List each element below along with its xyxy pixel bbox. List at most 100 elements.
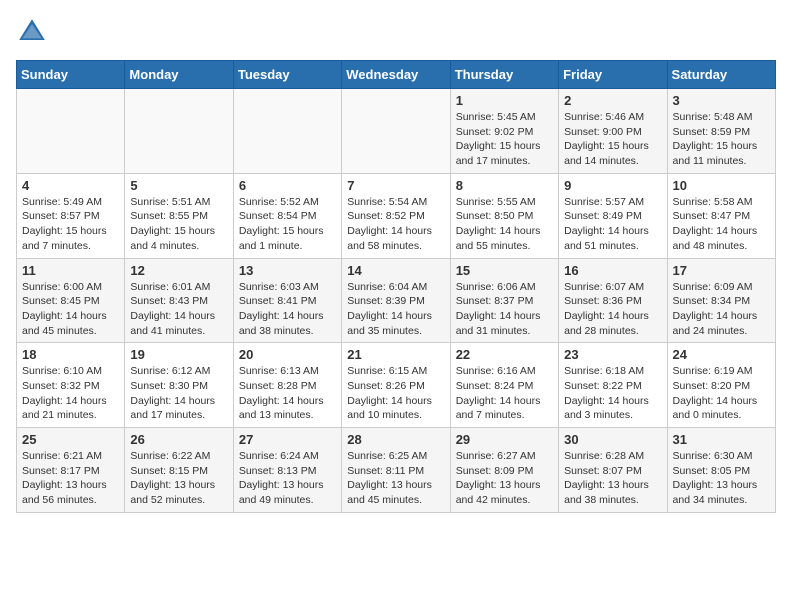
day-number: 2 (564, 93, 661, 108)
logo (16, 16, 52, 48)
day-info: Sunrise: 6:28 AM Sunset: 8:07 PM Dayligh… (564, 449, 661, 508)
day-number: 29 (456, 432, 553, 447)
day-number: 17 (673, 263, 770, 278)
day-info: Sunrise: 6:00 AM Sunset: 8:45 PM Dayligh… (22, 280, 119, 339)
day-number: 1 (456, 93, 553, 108)
calendar-cell: 23 Sunrise: 6:18 AM Sunset: 8:22 PM Dayli… (559, 343, 667, 428)
calendar-week-row: 25 Sunrise: 6:21 AM Sunset: 8:17 PM Dayli… (17, 428, 776, 513)
calendar-cell: 12 Sunrise: 6:01 AM Sunset: 8:43 PM Dayli… (125, 258, 233, 343)
calendar-cell: 3Sunrise: 5:48 AM Sunset: 8:59 PM Daylig… (667, 89, 775, 174)
day-number: 5 (130, 178, 227, 193)
calendar-cell (342, 89, 450, 174)
day-number: 25 (22, 432, 119, 447)
day-info: Sunrise: 6:12 AM Sunset: 8:30 PM Dayligh… (130, 364, 227, 423)
day-info: Sunrise: 6:24 AM Sunset: 8:13 PM Dayligh… (239, 449, 336, 508)
day-info: Sunrise: 6:16 AM Sunset: 8:24 PM Dayligh… (456, 364, 553, 423)
day-number: 18 (22, 347, 119, 362)
day-number: 11 (22, 263, 119, 278)
day-number: 22 (456, 347, 553, 362)
logo-icon (16, 16, 48, 48)
day-number: 19 (130, 347, 227, 362)
calendar-cell: 24 Sunrise: 6:19 AM Sunset: 8:20 PM Dayli… (667, 343, 775, 428)
day-number: 20 (239, 347, 336, 362)
calendar-header-tuesday: Tuesday (233, 61, 341, 89)
calendar-week-row: 4Sunrise: 5:49 AM Sunset: 8:57 PM Daylig… (17, 173, 776, 258)
calendar-week-row: 1 Sunrise: 5:45 AM Sunset: 9:02 PM Daylig… (17, 89, 776, 174)
day-info: Sunrise: 5:52 AM Sunset: 8:54 PM Dayligh… (239, 195, 336, 254)
day-info: Sunrise: 6:09 AM Sunset: 8:34 PM Dayligh… (673, 280, 770, 339)
calendar-cell: 11 Sunrise: 6:00 AM Sunset: 8:45 PM Dayli… (17, 258, 125, 343)
calendar-cell: 8 Sunrise: 5:55 AM Sunset: 8:50 PM Daylig… (450, 173, 558, 258)
day-info: Sunrise: 6:27 AM Sunset: 8:09 PM Dayligh… (456, 449, 553, 508)
day-number: 8 (456, 178, 553, 193)
day-number: 10 (673, 178, 770, 193)
calendar-cell: 2 Sunrise: 5:46 AM Sunset: 9:00 PM Daylig… (559, 89, 667, 174)
day-info: Sunrise: 6:03 AM Sunset: 8:41 PM Dayligh… (239, 280, 336, 339)
day-number: 23 (564, 347, 661, 362)
calendar-week-row: 11 Sunrise: 6:00 AM Sunset: 8:45 PM Dayli… (17, 258, 776, 343)
day-number: 6 (239, 178, 336, 193)
calendar-cell: 17 Sunrise: 6:09 AM Sunset: 8:34 PM Dayli… (667, 258, 775, 343)
calendar-cell: 1 Sunrise: 5:45 AM Sunset: 9:02 PM Daylig… (450, 89, 558, 174)
day-number: 30 (564, 432, 661, 447)
calendar-cell: 10 Sunrise: 5:58 AM Sunset: 8:47 PM Dayli… (667, 173, 775, 258)
day-info: Sunrise: 6:15 AM Sunset: 8:26 PM Dayligh… (347, 364, 444, 423)
calendar-header-sunday: Sunday (17, 61, 125, 89)
calendar-header-monday: Monday (125, 61, 233, 89)
page-header (16, 16, 776, 48)
day-info: Sunrise: 6:13 AM Sunset: 8:28 PM Dayligh… (239, 364, 336, 423)
calendar-cell (125, 89, 233, 174)
calendar-cell: 21 Sunrise: 6:15 AM Sunset: 8:26 PM Dayli… (342, 343, 450, 428)
day-number: 15 (456, 263, 553, 278)
day-info: Sunrise: 5:46 AM Sunset: 9:00 PM Dayligh… (564, 110, 661, 169)
calendar-cell: 19 Sunrise: 6:12 AM Sunset: 8:30 PM Dayli… (125, 343, 233, 428)
calendar-cell: 5 Sunrise: 5:51 AM Sunset: 8:55 PM Daylig… (125, 173, 233, 258)
day-info: Sunrise: 5:45 AM Sunset: 9:02 PM Dayligh… (456, 110, 553, 169)
day-number: 9 (564, 178, 661, 193)
calendar-cell: 25 Sunrise: 6:21 AM Sunset: 8:17 PM Dayli… (17, 428, 125, 513)
calendar-cell: 20 Sunrise: 6:13 AM Sunset: 8:28 PM Dayli… (233, 343, 341, 428)
calendar-cell: 6 Sunrise: 5:52 AM Sunset: 8:54 PM Daylig… (233, 173, 341, 258)
calendar-cell: 15 Sunrise: 6:06 AM Sunset: 8:37 PM Dayli… (450, 258, 558, 343)
day-number: 21 (347, 347, 444, 362)
day-info: Sunrise: 6:19 AM Sunset: 8:20 PM Dayligh… (673, 364, 770, 423)
day-info: Sunrise: 5:51 AM Sunset: 8:55 PM Dayligh… (130, 195, 227, 254)
day-info: Sunrise: 5:58 AM Sunset: 8:47 PM Dayligh… (673, 195, 770, 254)
calendar-header-thursday: Thursday (450, 61, 558, 89)
day-number: 24 (673, 347, 770, 362)
day-number: 16 (564, 263, 661, 278)
day-info: Sunrise: 6:21 AM Sunset: 8:17 PM Dayligh… (22, 449, 119, 508)
calendar-cell: 30 Sunrise: 6:28 AM Sunset: 8:07 PM Dayli… (559, 428, 667, 513)
calendar-cell: 4Sunrise: 5:49 AM Sunset: 8:57 PM Daylig… (17, 173, 125, 258)
day-number: 28 (347, 432, 444, 447)
calendar-cell: 14 Sunrise: 6:04 AM Sunset: 8:39 PM Dayli… (342, 258, 450, 343)
calendar-cell: 7 Sunrise: 5:54 AM Sunset: 8:52 PM Daylig… (342, 173, 450, 258)
day-number: 12 (130, 263, 227, 278)
day-info: Sunrise: 5:48 AM Sunset: 8:59 PM Dayligh… (673, 110, 770, 169)
calendar-cell: 27Sunrise: 6:24 AM Sunset: 8:13 PM Dayli… (233, 428, 341, 513)
day-info: Sunrise: 6:01 AM Sunset: 8:43 PM Dayligh… (130, 280, 227, 339)
calendar-header-saturday: Saturday (667, 61, 775, 89)
day-info: Sunrise: 6:22 AM Sunset: 8:15 PM Dayligh… (130, 449, 227, 508)
calendar-header-wednesday: Wednesday (342, 61, 450, 89)
day-info: Sunrise: 5:49 AM Sunset: 8:57 PM Dayligh… (22, 195, 119, 254)
day-info: Sunrise: 6:06 AM Sunset: 8:37 PM Dayligh… (456, 280, 553, 339)
calendar-cell: 9Sunrise: 5:57 AM Sunset: 8:49 PM Daylig… (559, 173, 667, 258)
day-number: 31 (673, 432, 770, 447)
day-info: Sunrise: 5:54 AM Sunset: 8:52 PM Dayligh… (347, 195, 444, 254)
day-info: Sunrise: 5:55 AM Sunset: 8:50 PM Dayligh… (456, 195, 553, 254)
calendar-cell: 28Sunrise: 6:25 AM Sunset: 8:11 PM Dayli… (342, 428, 450, 513)
day-info: Sunrise: 6:04 AM Sunset: 8:39 PM Dayligh… (347, 280, 444, 339)
calendar-cell: 18Sunrise: 6:10 AM Sunset: 8:32 PM Dayli… (17, 343, 125, 428)
calendar-cell: 16 Sunrise: 6:07 AM Sunset: 8:36 PM Dayli… (559, 258, 667, 343)
calendar-header-friday: Friday (559, 61, 667, 89)
day-info: Sunrise: 6:07 AM Sunset: 8:36 PM Dayligh… (564, 280, 661, 339)
calendar-cell: 13 Sunrise: 6:03 AM Sunset: 8:41 PM Dayli… (233, 258, 341, 343)
day-number: 13 (239, 263, 336, 278)
calendar-cell (233, 89, 341, 174)
day-info: Sunrise: 6:30 AM Sunset: 8:05 PM Dayligh… (673, 449, 770, 508)
day-number: 7 (347, 178, 444, 193)
day-number: 14 (347, 263, 444, 278)
day-info: Sunrise: 6:18 AM Sunset: 8:22 PM Dayligh… (564, 364, 661, 423)
calendar-cell (17, 89, 125, 174)
